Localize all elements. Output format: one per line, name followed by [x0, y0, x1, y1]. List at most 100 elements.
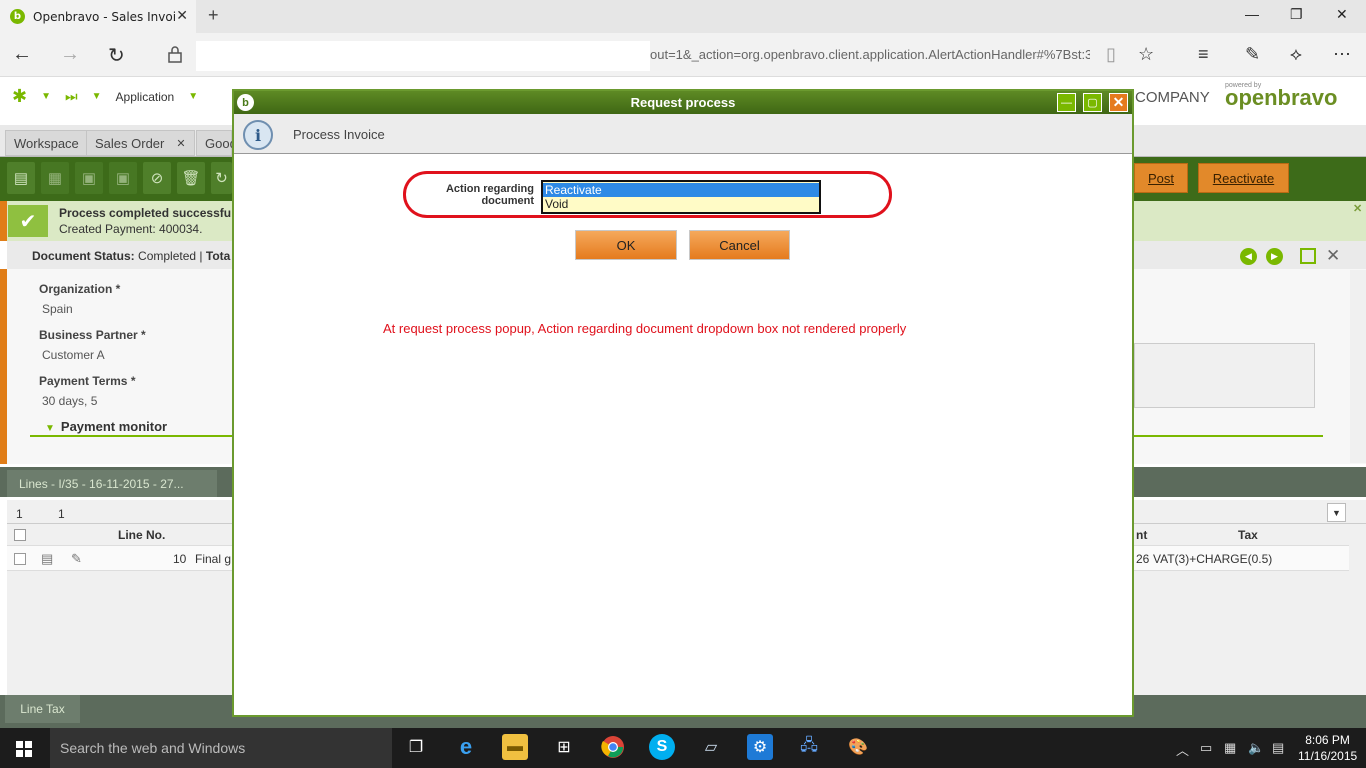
new-tab-icon[interactable]: + [208, 5, 219, 26]
dialog-maximize-icon[interactable]: ▢ [1083, 93, 1102, 112]
payment-terms-label: Payment Terms * [39, 374, 136, 388]
paint-icon[interactable]: 🎨 [845, 734, 871, 760]
description-field[interactable] [1134, 343, 1315, 408]
windows-start-icon[interactable] [16, 741, 32, 757]
favorite-star-icon[interactable]: ☆ [1138, 44, 1154, 65]
task-view-icon[interactable]: ❐ [403, 734, 429, 760]
forward-icon[interactable]: → [60, 43, 80, 66]
battery-icon[interactable]: ▭ [1200, 740, 1212, 756]
tab-workspace[interactable]: Workspace [5, 130, 88, 156]
minimize-window-icon[interactable]: — [1245, 6, 1259, 22]
row-checkbox[interactable] [14, 553, 26, 565]
refresh-record-icon[interactable]: ↻ [211, 162, 232, 194]
column-amount[interactable]: nt [1136, 528, 1147, 542]
browser-tab-bar [0, 0, 1366, 33]
app-menu-bar: ✱ ▼ ⏭ ▼ Application ▼ [12, 86, 198, 107]
notes-icon[interactable]: ▱ [698, 734, 724, 760]
maximize-view-icon[interactable] [1300, 248, 1316, 264]
dialog-minimize-icon[interactable]: — [1057, 93, 1076, 112]
tab-sales-order[interactable]: Sales Order ✕ [86, 130, 195, 156]
reading-view-icon[interactable]: ▯ [1106, 44, 1116, 65]
show-hidden-icons-icon[interactable]: ︿ [1176, 740, 1189, 759]
taskbar-search[interactable]: Search the web and Windows [50, 728, 392, 768]
column-tax[interactable]: Tax [1238, 528, 1258, 542]
save-close-icon[interactable]: ▣ [109, 162, 137, 194]
option-reactivate[interactable]: Reactivate [543, 183, 819, 197]
save-icon[interactable]: ▣ [75, 162, 103, 194]
payment-terms-value[interactable]: 30 days, 5 [42, 394, 97, 408]
row-line-no: 10 [173, 552, 187, 566]
refresh-icon[interactable]: ↻ [108, 43, 125, 68]
edit-pencil-icon[interactable]: ✎ [71, 551, 82, 567]
close-view-icon[interactable]: ✕ [1326, 246, 1340, 266]
url-input[interactable] [196, 41, 650, 71]
ok-button[interactable]: OK [575, 230, 677, 260]
quick-launch-icon[interactable]: ⏭ [65, 88, 78, 105]
status-total: Tota [205, 249, 231, 263]
message-title: Process completed successfu [59, 206, 232, 220]
file-explorer-icon[interactable]: ▬ [502, 734, 528, 760]
chevron-down-icon[interactable]: ▼ [92, 91, 102, 102]
payment-monitor-label: Payment monitor [60, 419, 168, 434]
close-tab-icon[interactable]: ✕ [176, 8, 188, 24]
grid-view-icon[interactable]: ▦ [41, 162, 69, 194]
hub-icon[interactable]: ≡ [1198, 44, 1209, 65]
close-window-icon[interactable]: ✕ [1336, 6, 1348, 23]
success-check-icon: ✔ [8, 205, 48, 237]
maximize-window-icon[interactable]: ❐ [1290, 6, 1303, 23]
undo-icon[interactable]: ⊘ [143, 162, 171, 194]
taskbar-clock[interactable]: 8:06 PM 11/16/2015 [1298, 732, 1357, 764]
tab-lines[interactable]: Lines - I/35 - 16-11-2015 - 27... [7, 470, 217, 497]
company-label: COMPANY [1135, 89, 1210, 106]
previous-record-icon[interactable]: ◀ [1240, 248, 1257, 265]
action-center-icon[interactable]: ▤ [1272, 740, 1284, 756]
settings-gear-icon[interactable]: ⚙ [747, 734, 773, 760]
skype-icon[interactable]: S [649, 734, 675, 760]
reactivate-button[interactable]: Reactivate [1198, 163, 1289, 193]
form-scrollbar[interactable] [1350, 270, 1366, 463]
tab-line-tax[interactable]: Line Tax [5, 695, 80, 723]
action-dropdown-list[interactable]: Reactivate Void [541, 180, 821, 214]
row-description: Final g [195, 552, 232, 566]
edge-icon[interactable]: e [453, 734, 479, 760]
tab-goods[interactable]: Good [196, 130, 237, 156]
store-icon[interactable]: ⊞ [551, 734, 577, 760]
network-app-icon[interactable]: 🖧 [796, 734, 822, 760]
chevron-down-icon[interactable]: ▼ [188, 91, 198, 102]
delete-icon[interactable]: 🗑 [177, 162, 205, 194]
tab-label: Sales Order [95, 135, 165, 151]
option-void[interactable]: Void [543, 197, 819, 211]
back-icon[interactable]: ← [12, 43, 32, 66]
browser-tab-title: Openbravo - Sales Invoi [33, 9, 177, 24]
dialog-title: Request process [234, 91, 1132, 114]
url-text[interactable]: out=1&_action=org.openbravo.client.appli… [650, 47, 1090, 62]
organization-value[interactable]: Spain [42, 302, 73, 316]
post-button[interactable]: Post [1134, 163, 1188, 193]
favorites-star-icon[interactable]: ✱ [12, 86, 27, 107]
payment-monitor-section[interactable]: ▼ Payment monitor [45, 419, 167, 434]
row-amount: 26 [1136, 552, 1150, 566]
business-partner-value[interactable]: Customer A [42, 348, 105, 362]
select-all-checkbox[interactable] [14, 529, 26, 541]
volume-icon[interactable]: 🔈 [1248, 740, 1264, 756]
cancel-button[interactable]: Cancel [689, 230, 790, 260]
action-label-line1: Action regarding [445, 183, 534, 195]
more-icon[interactable]: ⋯ [1333, 44, 1351, 65]
application-menu[interactable]: Application [116, 90, 175, 104]
network-icon[interactable]: ▦ [1224, 740, 1236, 756]
close-tab-icon[interactable]: ✕ [176, 137, 185, 150]
chevron-down-icon[interactable]: ▼ [41, 91, 51, 102]
next-record-icon[interactable]: ▶ [1266, 248, 1283, 265]
action-label-line2: document [481, 195, 534, 207]
close-message-icon[interactable]: ✕ [1353, 202, 1362, 215]
dialog-close-icon[interactable]: ✕ [1109, 93, 1128, 112]
new-document-icon[interactable]: ▤ [7, 162, 35, 194]
column-menu-icon[interactable]: ▼ [1327, 503, 1346, 522]
open-record-icon[interactable]: ▤ [41, 551, 53, 567]
share-icon[interactable]: ⟡ [1290, 44, 1302, 65]
chrome-icon[interactable] [600, 734, 626, 760]
annotation-note: At request process popup, Action regardi… [383, 321, 907, 336]
web-note-icon[interactable]: ✎ [1245, 44, 1260, 65]
browser-tab[interactable]: b Openbravo - Sales Invoi ✕ [0, 0, 196, 33]
column-line-no[interactable]: Line No. [118, 528, 165, 542]
